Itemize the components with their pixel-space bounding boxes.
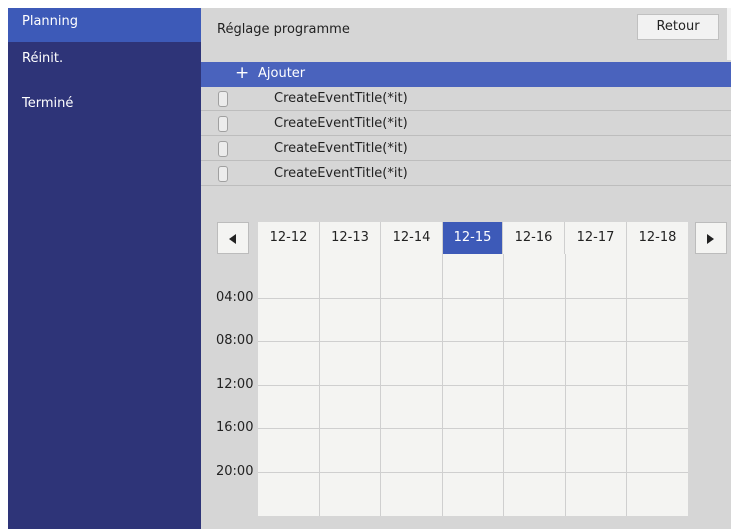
grid-line (258, 428, 688, 429)
date-cell[interactable]: 12-14 (381, 222, 443, 254)
schedule-grid[interactable] (258, 254, 688, 516)
page-title: Réglage programme (217, 22, 350, 37)
sidebar-item-reinit[interactable]: Réinit. (8, 45, 201, 79)
date-cell[interactable]: 12-16 (503, 222, 565, 254)
sidebar: Planning Réinit. Terminé (8, 8, 201, 529)
main-panel: Réglage programme Retour + Ajouter Creat… (201, 8, 731, 529)
header-edge (727, 8, 731, 60)
grid-line (258, 385, 688, 386)
event-handle-icon (218, 141, 228, 157)
arrow-right-icon (707, 234, 714, 244)
sidebar-item-termine[interactable]: Terminé (8, 90, 201, 124)
list-item[interactable]: CreateEventTitle(*it) (201, 112, 731, 136)
back-button[interactable]: Retour (637, 14, 719, 40)
grid-line (258, 298, 688, 299)
event-title: CreateEventTitle(*it) (274, 116, 408, 131)
plus-icon: + (235, 63, 250, 83)
time-label: 20:00 (216, 464, 254, 479)
add-event-row[interactable]: + Ajouter (201, 62, 731, 87)
next-week-button[interactable] (695, 222, 727, 254)
prev-week-button[interactable] (217, 222, 249, 254)
date-cell[interactable]: 12-13 (320, 222, 381, 254)
event-title: CreateEventTitle(*it) (274, 91, 408, 106)
list-item[interactable]: CreateEventTitle(*it) (201, 137, 731, 161)
date-cell-selected[interactable]: 12-15 (443, 222, 503, 254)
event-handle-icon (218, 91, 228, 107)
event-title: CreateEventTitle(*it) (274, 166, 408, 181)
event-handle-icon (218, 116, 228, 132)
grid-line (258, 472, 688, 473)
sidebar-item-planning[interactable]: Planning (8, 8, 201, 42)
time-label: 16:00 (216, 420, 254, 435)
sidebar-item-label: Terminé (22, 96, 74, 111)
time-label: 12:00 (216, 377, 254, 392)
list-item[interactable]: CreateEventTitle(*it) (201, 162, 731, 186)
event-handle-icon (218, 166, 228, 182)
grid-line (258, 341, 688, 342)
list-item[interactable]: CreateEventTitle(*it) (201, 87, 731, 111)
date-cell[interactable]: 12-18 (627, 222, 688, 254)
add-event-label: Ajouter (258, 66, 306, 81)
sidebar-item-label: Réinit. (22, 51, 64, 66)
sidebar-item-label: Planning (22, 14, 78, 29)
date-cell[interactable]: 12-17 (565, 222, 627, 254)
event-title: CreateEventTitle(*it) (274, 141, 408, 156)
time-label: 08:00 (216, 333, 254, 348)
time-label: 04:00 (216, 290, 254, 305)
date-cell[interactable]: 12-12 (258, 222, 320, 254)
arrow-left-icon (229, 234, 236, 244)
